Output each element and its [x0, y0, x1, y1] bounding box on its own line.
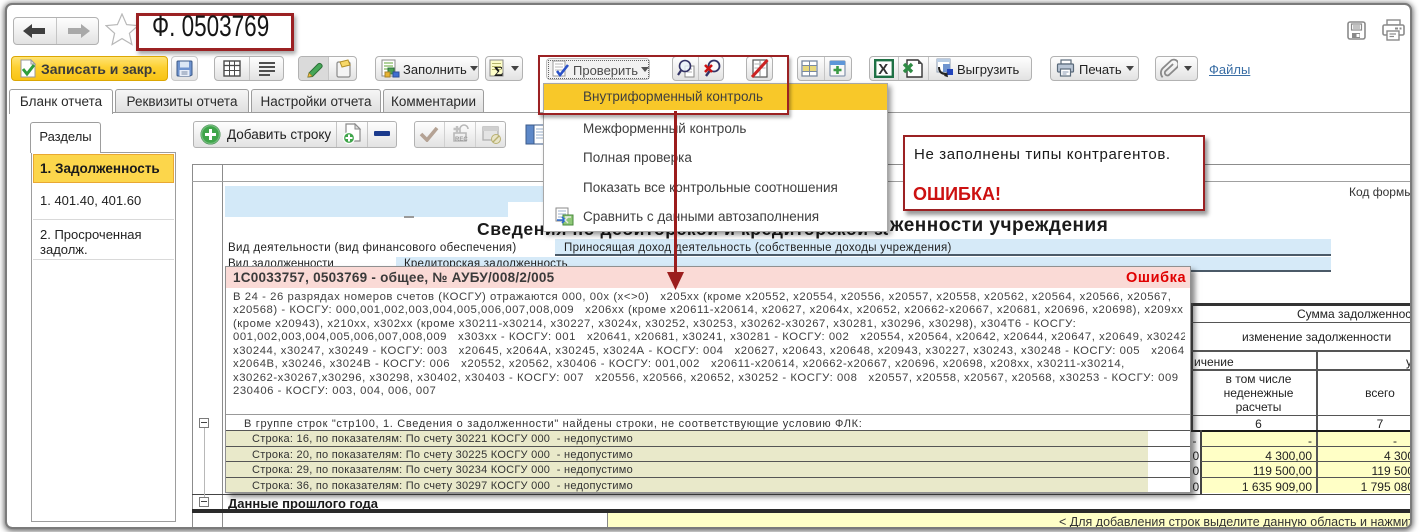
svg-text:X: X [878, 61, 888, 78]
svg-text:Σ: Σ [494, 65, 503, 78]
svg-text:REC: REC [455, 137, 468, 143]
